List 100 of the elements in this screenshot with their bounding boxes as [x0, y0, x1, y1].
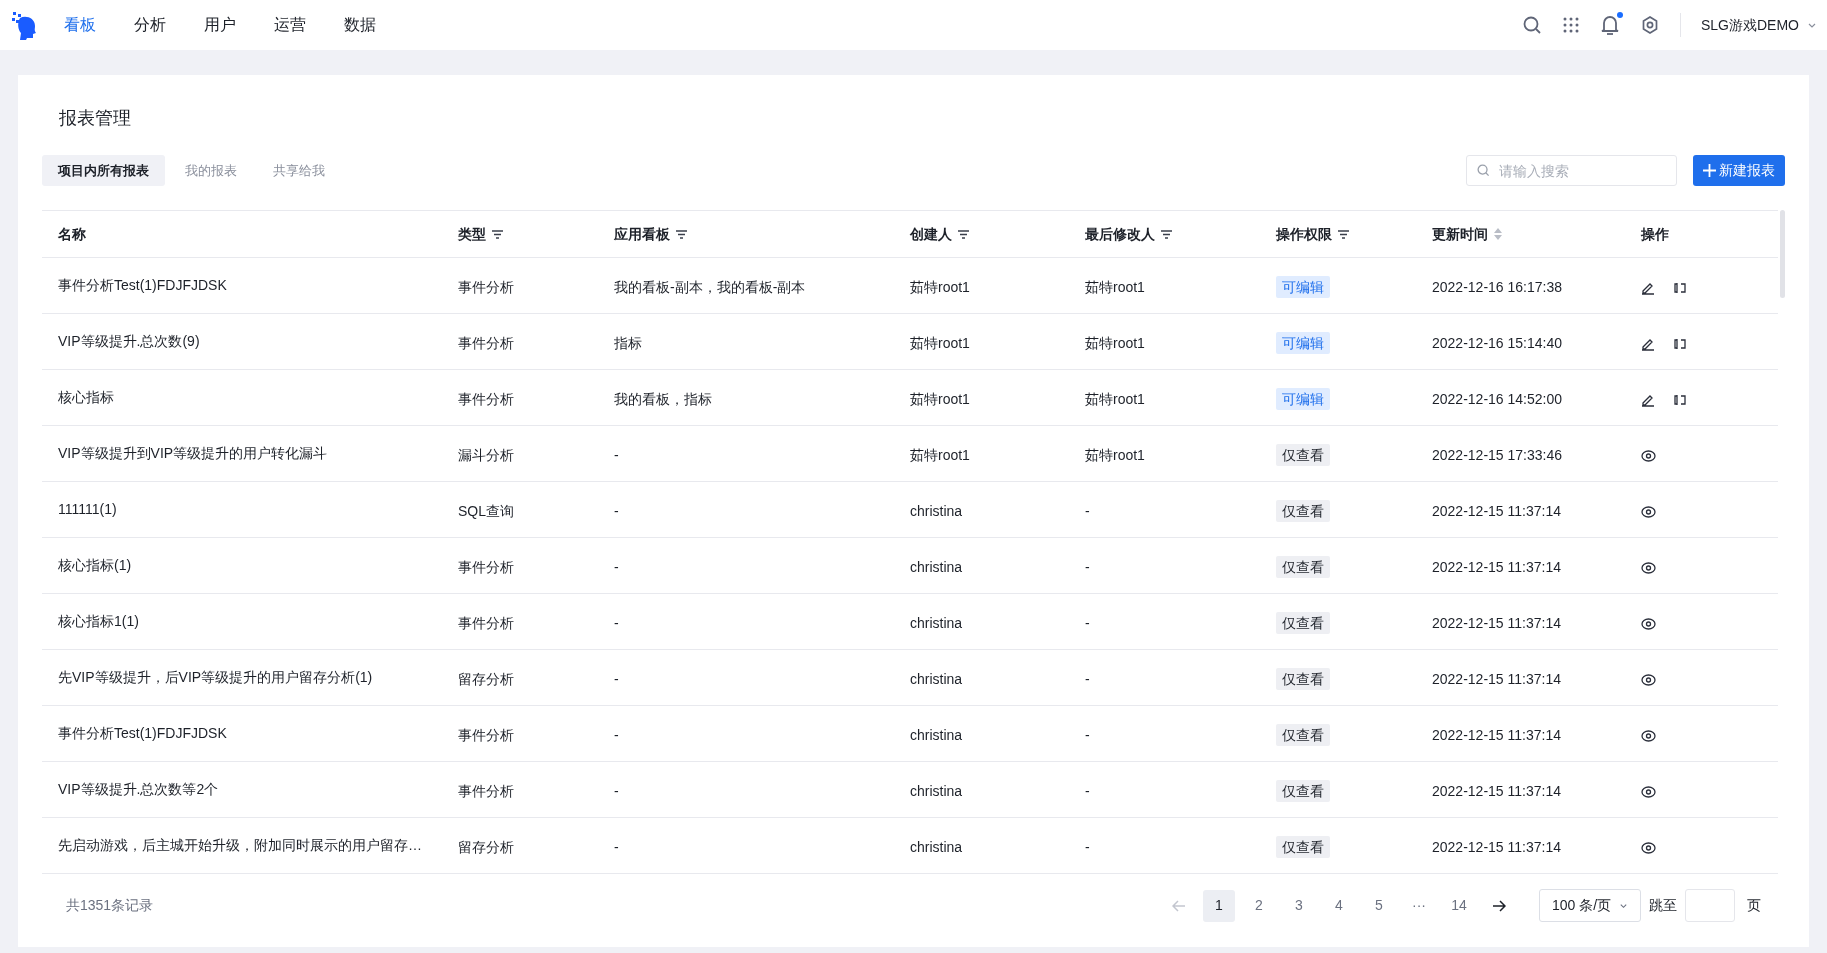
- chevron-down-icon: [1619, 901, 1628, 910]
- table-cell: 2022-12-15 11:37:14: [1416, 593, 1625, 650]
- table-cell: 2022-12-15 11:37:14: [1416, 761, 1625, 818]
- table-cell: 2022-12-15 17:33:46: [1416, 425, 1625, 482]
- page-button[interactable]: 14: [1443, 889, 1475, 922]
- table-cell: christina: [894, 761, 1069, 818]
- table-cell: 事件分析: [442, 369, 598, 426]
- permission-tag: 仅查看: [1276, 444, 1330, 466]
- table-cell: -: [1069, 817, 1260, 874]
- table-cell: 留存分析: [442, 817, 598, 874]
- table-cell: christina: [894, 593, 1069, 650]
- filter-icon[interactable]: [1161, 229, 1172, 239]
- permission-tag: 仅查看: [1276, 556, 1330, 578]
- filter-icon[interactable]: [958, 229, 969, 239]
- table-cell: -: [598, 425, 894, 482]
- table-cell: 我的看板-副本，我的看板-副本: [598, 257, 894, 314]
- page-button[interactable]: 2: [1243, 889, 1275, 922]
- page-size-select[interactable]: 100 条/页: [1539, 889, 1641, 922]
- nav-item[interactable]: 运营: [274, 13, 306, 37]
- column-header: 创建人: [910, 224, 952, 244]
- table-cell: 2022-12-16 16:17:38: [1416, 257, 1625, 314]
- filter-icon[interactable]: [1338, 229, 1349, 239]
- table-cell: 事件分析Test(1)FDJFJDSK: [42, 705, 442, 762]
- table-cell: christina: [894, 817, 1069, 874]
- column-header: 操作权限: [1276, 224, 1332, 244]
- search-field[interactable]: 请输入搜索: [1466, 155, 1677, 186]
- table-cell: -: [598, 817, 894, 874]
- eye-icon[interactable]: [1641, 617, 1656, 630]
- settings-icon[interactable]: [1640, 15, 1660, 35]
- filter-icon[interactable]: [676, 229, 687, 239]
- table-cell: 茹特root1: [894, 313, 1069, 370]
- table-cell: 先启动游戏，后主城开始升级，附加同时展示的用户留存…: [42, 817, 442, 874]
- scrollbar[interactable]: [1780, 210, 1785, 298]
- tab[interactable]: 我的报表: [169, 155, 253, 186]
- column-header: 类型: [458, 224, 486, 244]
- table-cell: 事件分析: [442, 593, 598, 650]
- permission-tag: 仅查看: [1276, 668, 1330, 690]
- plus-icon: [1703, 164, 1716, 177]
- table-cell: 2022-12-15 11:37:14: [1416, 537, 1625, 594]
- search-icon[interactable]: [1522, 15, 1542, 35]
- eye-icon[interactable]: [1641, 841, 1656, 854]
- table-cell: 2022-12-16 14:52:00: [1416, 369, 1625, 426]
- table-cell: christina: [894, 481, 1069, 538]
- eye-icon[interactable]: [1641, 505, 1656, 518]
- permission-tag: 仅查看: [1276, 612, 1330, 634]
- table-cell: 2022-12-15 11:37:14: [1416, 817, 1625, 874]
- table-cell: christina: [894, 537, 1069, 594]
- page-button[interactable]: 1: [1203, 889, 1235, 922]
- tab[interactable]: 共享给我: [257, 155, 341, 186]
- nav-item[interactable]: 看板: [64, 13, 96, 37]
- eye-icon[interactable]: [1641, 785, 1656, 798]
- table-cell: 2022-12-16 15:14:40: [1416, 313, 1625, 370]
- logo-icon[interactable]: [10, 10, 38, 40]
- table-cell: -: [1069, 649, 1260, 706]
- table-cell: 核心指标(1): [42, 537, 442, 594]
- filter-icon[interactable]: [492, 229, 503, 239]
- page-button[interactable]: ···: [1403, 889, 1435, 922]
- nav-item[interactable]: 分析: [134, 13, 166, 37]
- page-button[interactable]: 5: [1363, 889, 1395, 922]
- page-button[interactable]: 3: [1283, 889, 1315, 922]
- link-icon[interactable]: [1673, 394, 1687, 405]
- tab[interactable]: 项目内所有报表: [42, 155, 165, 186]
- eye-icon[interactable]: [1641, 729, 1656, 742]
- project-selector[interactable]: SLG游戏DEMO: [1701, 14, 1817, 36]
- eye-icon[interactable]: [1641, 673, 1656, 686]
- table-cell: -: [1069, 593, 1260, 650]
- table-cell: 2022-12-15 11:37:14: [1416, 649, 1625, 706]
- table-cell: 我的看板，指标: [598, 369, 894, 426]
- table-cell: 核心指标: [42, 369, 442, 426]
- table-cell: 2022-12-15 11:37:14: [1416, 481, 1625, 538]
- link-icon[interactable]: [1673, 338, 1687, 349]
- table-cell: 111111(1): [42, 481, 442, 538]
- table-cell: 事件分析: [442, 313, 598, 370]
- table-cell: -: [1069, 705, 1260, 762]
- nav-item[interactable]: 数据: [344, 13, 376, 37]
- table-cell: -: [598, 537, 894, 594]
- table-cell: 茹特root1: [1069, 425, 1260, 482]
- link-icon[interactable]: [1673, 282, 1687, 293]
- nav-item[interactable]: 用户: [204, 13, 236, 37]
- table-cell: 茹特root1: [894, 257, 1069, 314]
- table-cell: 指标: [598, 313, 894, 370]
- jump-page-field[interactable]: [1685, 889, 1735, 922]
- apps-grid-icon[interactable]: [1562, 16, 1580, 34]
- page-button[interactable]: 4: [1323, 889, 1355, 922]
- eye-icon[interactable]: [1641, 449, 1656, 462]
- table-cell: 先VIP等级提升，后VIP等级提升的用户留存分析(1): [42, 649, 442, 706]
- table-cell: 茹特root1: [894, 425, 1069, 482]
- table-cell: -: [1069, 537, 1260, 594]
- arrow-left-icon: [1172, 899, 1186, 912]
- table-cell: -: [598, 705, 894, 762]
- arrow-right-icon: [1492, 899, 1506, 912]
- table-cell: SQL查询: [442, 481, 598, 538]
- eye-icon[interactable]: [1641, 561, 1656, 574]
- new-report-button[interactable]: 新建报表: [1693, 155, 1785, 186]
- permission-tag: 仅查看: [1276, 780, 1330, 802]
- permission-tag: 仅查看: [1276, 724, 1330, 746]
- table-cell: 事件分析Test(1)FDJFJDSK: [42, 257, 442, 314]
- bell-icon[interactable]: [1600, 14, 1620, 36]
- page-title: 报表管理: [59, 107, 132, 130]
- total-count: 共1351条记录: [66, 896, 154, 915]
